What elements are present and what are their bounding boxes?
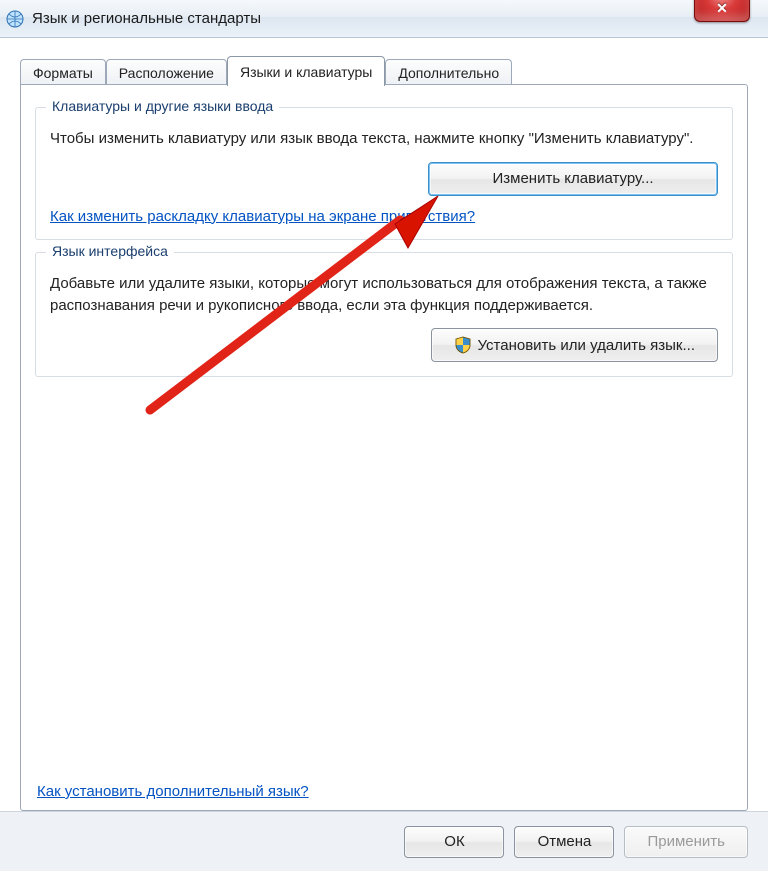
shield-icon	[454, 336, 472, 354]
titlebar: Язык и региональные стандарты ✕	[0, 0, 768, 38]
close-button[interactable]: ✕	[694, 0, 750, 22]
group-display-language-legend: Язык интерфейса	[46, 243, 174, 259]
change-keyboard-button[interactable]: Изменить клавиатуру...	[428, 162, 718, 196]
welcome-screen-layout-link[interactable]: Как изменить раскладку клавиатуры на экр…	[50, 208, 475, 225]
tab-formats[interactable]: Форматы	[20, 59, 106, 85]
group-keyboards: Клавиатуры и другие языки ввода Чтобы из…	[35, 107, 733, 240]
install-uninstall-language-button[interactable]: Установить или удалить язык...	[431, 328, 719, 362]
dialog-body: Форматы Расположение Языки и клавиатуры …	[0, 38, 768, 811]
window-title: Язык и региональные стандарты	[32, 10, 261, 27]
apply-button: Применить	[624, 826, 748, 858]
tab-keyboards[interactable]: Языки и клавиатуры	[227, 56, 385, 86]
install-uninstall-language-label: Установить или удалить язык...	[478, 337, 696, 354]
group-keyboards-text: Чтобы изменить клавиатуру или язык ввода…	[50, 128, 718, 150]
globe-icon	[6, 10, 24, 28]
group-display-language-text: Добавьте или удалите языки, которые могу…	[50, 273, 718, 317]
close-icon: ✕	[716, 0, 728, 17]
tab-location[interactable]: Расположение	[106, 59, 227, 85]
group-keyboards-legend: Клавиатуры и другие языки ввода	[46, 98, 279, 114]
dialog-footer: ОК Отмена Применить	[0, 811, 768, 871]
cancel-button[interactable]: Отмена	[514, 826, 614, 858]
how-install-language-link[interactable]: Как установить дополнительный язык?	[37, 783, 309, 800]
tab-panel: Клавиатуры и другие языки ввода Чтобы из…	[20, 84, 748, 811]
tab-strip: Форматы Расположение Языки и клавиатуры …	[20, 52, 748, 84]
group-display-language: Язык интерфейса Добавьте или удалите язы…	[35, 252, 733, 378]
ok-button[interactable]: ОК	[404, 826, 504, 858]
tab-advanced[interactable]: Дополнительно	[385, 59, 512, 85]
